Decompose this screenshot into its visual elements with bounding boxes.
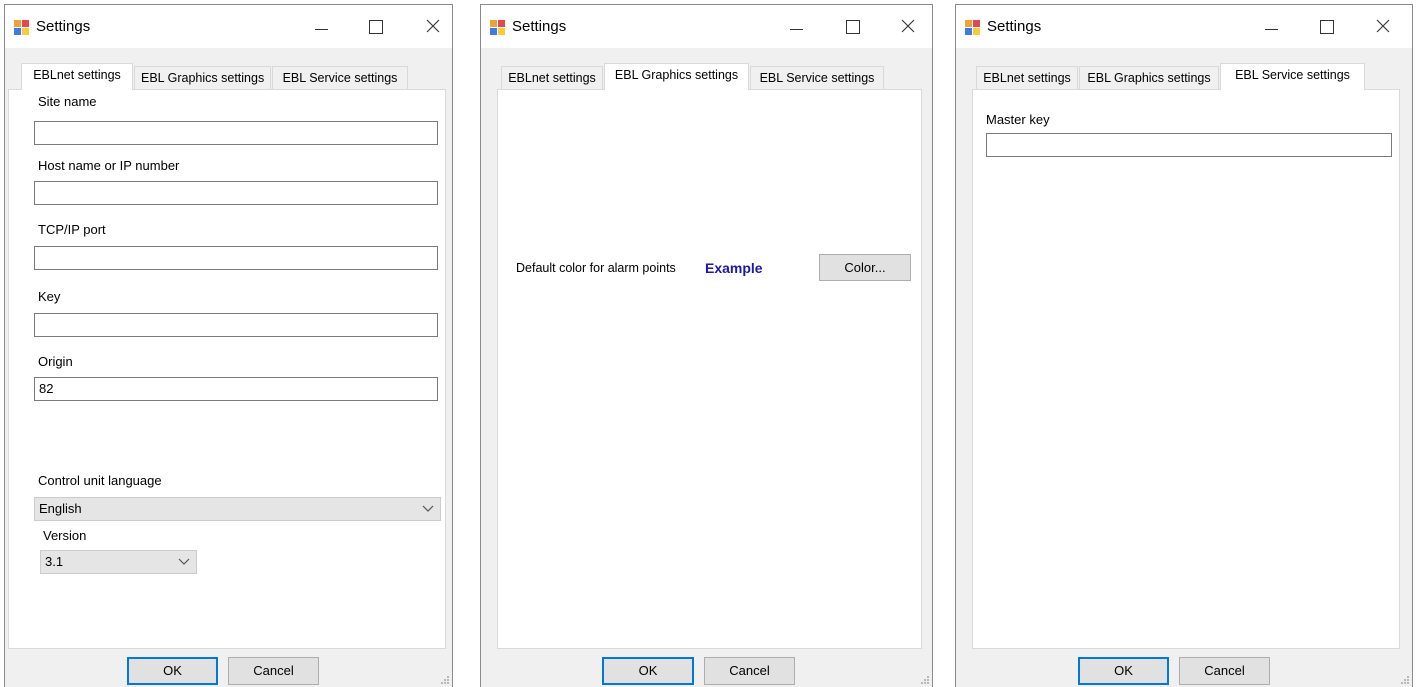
settings-window-service: Settings EBLnet settings EBL Graphics se… — [955, 4, 1413, 687]
close-icon[interactable] — [413, 13, 453, 41]
title-bar[interactable]: Settings — [5, 5, 452, 48]
tcp-ip-port-label: TCP/IP port — [38, 222, 106, 237]
tcp-ip-port-field[interactable] — [34, 246, 438, 270]
chevron-down-icon — [422, 505, 434, 512]
origin-field[interactable]: 82 — [34, 377, 438, 401]
ebl-service-settings-panel: Master key — [972, 89, 1400, 649]
tab-eblnet-settings[interactable]: EBLnet settings — [501, 66, 603, 90]
default-color-label: Default color for alarm points — [516, 261, 676, 275]
minimize-icon[interactable] — [301, 13, 341, 41]
maximize-icon[interactable] — [832, 13, 872, 41]
version-selected-value: 3.1 — [45, 554, 64, 569]
control-unit-language-select[interactable]: English — [34, 497, 441, 521]
chevron-down-icon — [178, 558, 190, 565]
title-bar[interactable]: Settings — [956, 5, 1412, 48]
key-field[interactable] — [34, 313, 438, 337]
host-name-field[interactable] — [34, 181, 438, 205]
app-icon — [490, 20, 506, 36]
master-key-field[interactable] — [986, 133, 1392, 157]
maximize-icon[interactable] — [355, 13, 395, 41]
tab-ebl-graphics-settings[interactable]: EBL Graphics settings — [1079, 66, 1219, 90]
window-title: Settings — [987, 18, 1042, 35]
minimize-icon[interactable] — [1251, 13, 1291, 41]
eblnet-settings-panel: Site name Host name or IP number TCP/IP … — [8, 89, 446, 649]
host-name-label: Host name or IP number — [38, 158, 180, 173]
color-button[interactable]: Color... — [819, 254, 911, 281]
tab-ebl-service-settings[interactable]: EBL Service settings — [272, 66, 408, 90]
cancel-button[interactable]: Cancel — [704, 657, 795, 685]
close-icon[interactable] — [1363, 13, 1403, 41]
site-name-field[interactable] — [34, 121, 438, 145]
title-bar[interactable]: Settings — [481, 5, 932, 48]
key-label: Key — [38, 289, 61, 304]
app-icon — [965, 20, 981, 36]
close-icon[interactable] — [888, 13, 928, 41]
tab-eblnet-settings[interactable]: EBLnet settings — [976, 66, 1078, 90]
origin-label: Origin — [38, 354, 73, 369]
language-selected-value: English — [39, 501, 82, 516]
ok-button[interactable]: OK — [1078, 657, 1169, 685]
maximize-icon[interactable] — [1306, 13, 1346, 41]
tab-eblnet-settings[interactable]: EBLnet settings — [21, 63, 133, 90]
tab-ebl-service-settings[interactable]: EBL Service settings — [750, 66, 884, 90]
version-select[interactable]: 3.1 — [40, 550, 197, 574]
resize-grip-icon[interactable] — [920, 675, 930, 685]
window-title: Settings — [512, 18, 567, 35]
tab-ebl-service-settings[interactable]: EBL Service settings — [1220, 63, 1365, 90]
tab-ebl-graphics-settings[interactable]: EBL Graphics settings — [604, 63, 749, 90]
minimize-icon[interactable] — [776, 13, 816, 41]
ok-button[interactable]: OK — [127, 657, 218, 685]
settings-window-graphics: Settings EBLnet settings EBL Graphics se… — [480, 4, 933, 687]
ebl-graphics-settings-panel: Default color for alarm points Example C… — [497, 89, 922, 649]
window-title: Settings — [36, 18, 91, 35]
version-label: Version — [43, 528, 87, 543]
cancel-button[interactable]: Cancel — [228, 657, 319, 685]
resize-grip-icon[interactable] — [1400, 675, 1410, 685]
cancel-button[interactable]: Cancel — [1179, 657, 1270, 685]
ok-button[interactable]: OK — [602, 657, 694, 685]
example-color-preview: Example — [705, 260, 763, 276]
master-key-label: Master key — [986, 112, 1050, 127]
resize-grip-icon[interactable] — [440, 675, 450, 685]
control-unit-language-label: Control unit language — [38, 473, 162, 488]
tab-ebl-graphics-settings[interactable]: EBL Graphics settings — [134, 66, 271, 90]
app-icon — [14, 20, 30, 36]
site-name-label: Site name — [38, 94, 97, 109]
settings-window-eblnet: Settings EBLnet settings EBL Graphics se… — [4, 4, 453, 687]
